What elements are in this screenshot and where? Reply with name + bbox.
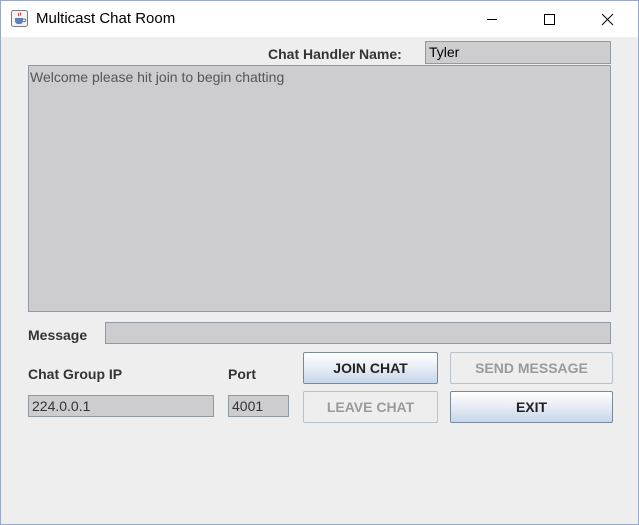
chat-window: Multicast Chat Room Chat Handler Name: T… <box>0 0 639 525</box>
chat-display[interactable]: Welcome please hit join to begin chattin… <box>28 65 611 312</box>
exit-button[interactable]: EXIT <box>450 391 613 423</box>
port-label: Port <box>228 366 256 382</box>
java-cup-icon <box>11 10 28 27</box>
chat-group-ip-label: Chat Group IP <box>28 366 123 382</box>
handler-name-field[interactable]: Tyler <box>425 41 611 64</box>
chat-text: Welcome please hit join to begin chattin… <box>30 69 285 85</box>
port-field[interactable]: 4001 <box>228 395 289 417</box>
message-label: Message <box>28 327 88 343</box>
window-title: Multicast Chat Room <box>36 10 176 27</box>
maximize-button[interactable] <box>526 1 572 37</box>
join-chat-button[interactable]: JOIN CHAT <box>303 352 438 384</box>
leave-chat-button[interactable]: LEAVE CHAT <box>303 391 438 423</box>
message-input[interactable] <box>105 322 611 344</box>
title-bar[interactable]: Multicast Chat Room <box>1 1 638 37</box>
send-message-button[interactable]: SEND MESSAGE <box>450 352 613 384</box>
handler-name-label: Chat Handler Name: <box>268 46 402 62</box>
close-button[interactable] <box>584 1 630 37</box>
chat-group-ip-field[interactable]: 224.0.0.1 <box>28 395 214 417</box>
minimize-button[interactable] <box>469 1 515 37</box>
